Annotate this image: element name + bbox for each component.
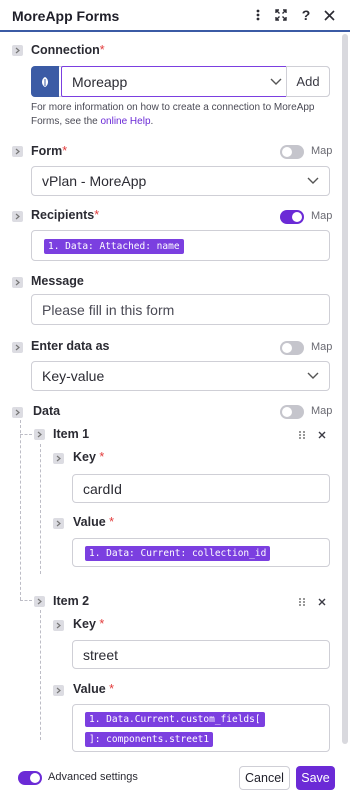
close-icon[interactable] xyxy=(320,6,338,24)
scrollbar[interactable] xyxy=(342,34,348,744)
moreapp-logo-icon xyxy=(31,66,59,97)
chevron-right-icon[interactable] xyxy=(34,429,45,440)
value-field[interactable]: 1. Data: Current: collection_id xyxy=(72,538,330,567)
connection-help-text: For more information on how to create a … xyxy=(31,102,315,127)
recipients-map-label: Map xyxy=(311,210,333,222)
form-map-toggle[interactable] xyxy=(280,145,304,159)
item-title: Item 2 xyxy=(53,594,90,608)
connection-label: Connection* xyxy=(31,43,105,57)
token-pill[interactable]: ]: components.street1 xyxy=(85,732,214,747)
connection-dropdown[interactable]: Moreapp xyxy=(61,66,295,97)
recipients-label: Recipients* xyxy=(31,208,100,222)
key-input[interactable]: cardId xyxy=(72,474,330,503)
data-map-label: Map xyxy=(311,405,333,417)
chevron-right-icon[interactable] xyxy=(12,146,23,157)
key-label: Key * xyxy=(73,450,105,464)
chevron-down-icon xyxy=(307,372,319,379)
chevron-down-icon xyxy=(270,78,282,85)
chevron-right-icon[interactable] xyxy=(53,685,64,696)
message-placeholder: Please fill in this form xyxy=(42,301,175,318)
tree-line xyxy=(40,610,41,740)
message-label: Message xyxy=(31,274,84,288)
token-pill[interactable]: 1. Data.Current.custom_fields[ xyxy=(85,712,265,727)
chevron-right-icon[interactable] xyxy=(12,407,23,418)
remove-item-icon[interactable] xyxy=(317,430,327,440)
form-label: Form* xyxy=(31,144,68,158)
recipients-map-toggle[interactable] xyxy=(280,210,304,224)
save-button[interactable]: Save xyxy=(296,766,335,790)
value-label: Value * xyxy=(73,682,115,696)
form-select[interactable]: vPlan - MoreApp xyxy=(31,166,330,196)
data-map-toggle[interactable] xyxy=(280,405,304,419)
expand-icon[interactable] xyxy=(272,6,290,24)
tree-line xyxy=(20,420,21,600)
tree-line xyxy=(40,444,41,574)
enter-data-select[interactable]: Key-value xyxy=(31,361,330,391)
more-vertical-icon[interactable] xyxy=(249,6,267,24)
token-pill[interactable]: 1. Data: Current: collection_id xyxy=(85,546,271,561)
panel-header: MoreApp Forms ? xyxy=(0,0,350,32)
chevron-right-icon[interactable] xyxy=(12,45,23,56)
chevron-right-icon[interactable] xyxy=(34,596,45,607)
connection-value: Moreapp xyxy=(72,74,128,90)
tree-line xyxy=(20,434,32,435)
item-title: Item 1 xyxy=(53,427,90,441)
advanced-settings-toggle[interactable] xyxy=(18,771,42,785)
panel-title: MoreApp Forms xyxy=(12,8,120,24)
chevron-right-icon[interactable] xyxy=(12,342,23,353)
enter-data-value: Key-value xyxy=(42,368,105,384)
drag-handle-icon[interactable] xyxy=(297,430,307,440)
help-icon[interactable]: ? xyxy=(297,6,315,24)
value-label: Value * xyxy=(73,515,115,529)
add-connection-button[interactable]: Add xyxy=(286,66,330,97)
chevron-right-icon[interactable] xyxy=(12,277,23,288)
key-input[interactable]: street xyxy=(72,640,330,669)
online-help-link[interactable]: online Help xyxy=(100,116,150,127)
form-map-label: Map xyxy=(311,145,333,157)
enter-data-map-toggle[interactable] xyxy=(280,341,304,355)
chevron-right-icon[interactable] xyxy=(53,518,64,529)
token-pill[interactable]: 1. Data: Attached: name xyxy=(44,239,184,254)
key-label: Key * xyxy=(73,617,105,631)
panel-footer: Advanced settings Cancel Save xyxy=(0,758,350,798)
chevron-right-icon[interactable] xyxy=(12,211,23,222)
enter-data-map-label: Map xyxy=(311,341,333,353)
cancel-button[interactable]: Cancel xyxy=(239,766,290,790)
advanced-settings-label: Advanced settings xyxy=(48,771,138,783)
chevron-right-icon[interactable] xyxy=(53,620,64,631)
value-field[interactable]: 1. Data.Current.custom_fields[ ]: compon… xyxy=(72,704,330,752)
enter-data-label: Enter data as xyxy=(31,339,110,353)
data-label: Data xyxy=(33,404,61,418)
form-value: vPlan - MoreApp xyxy=(42,173,147,189)
chevron-right-icon[interactable] xyxy=(53,453,64,464)
message-input[interactable]: Please fill in this form xyxy=(31,294,330,325)
drag-handle-icon[interactable] xyxy=(297,597,307,607)
tree-line xyxy=(20,600,32,601)
key-value: street xyxy=(83,646,119,663)
remove-item-icon[interactable] xyxy=(317,597,327,607)
chevron-down-icon xyxy=(307,177,319,184)
key-value: cardId xyxy=(83,480,122,497)
recipients-field[interactable]: 1. Data: Attached: name xyxy=(31,230,330,261)
